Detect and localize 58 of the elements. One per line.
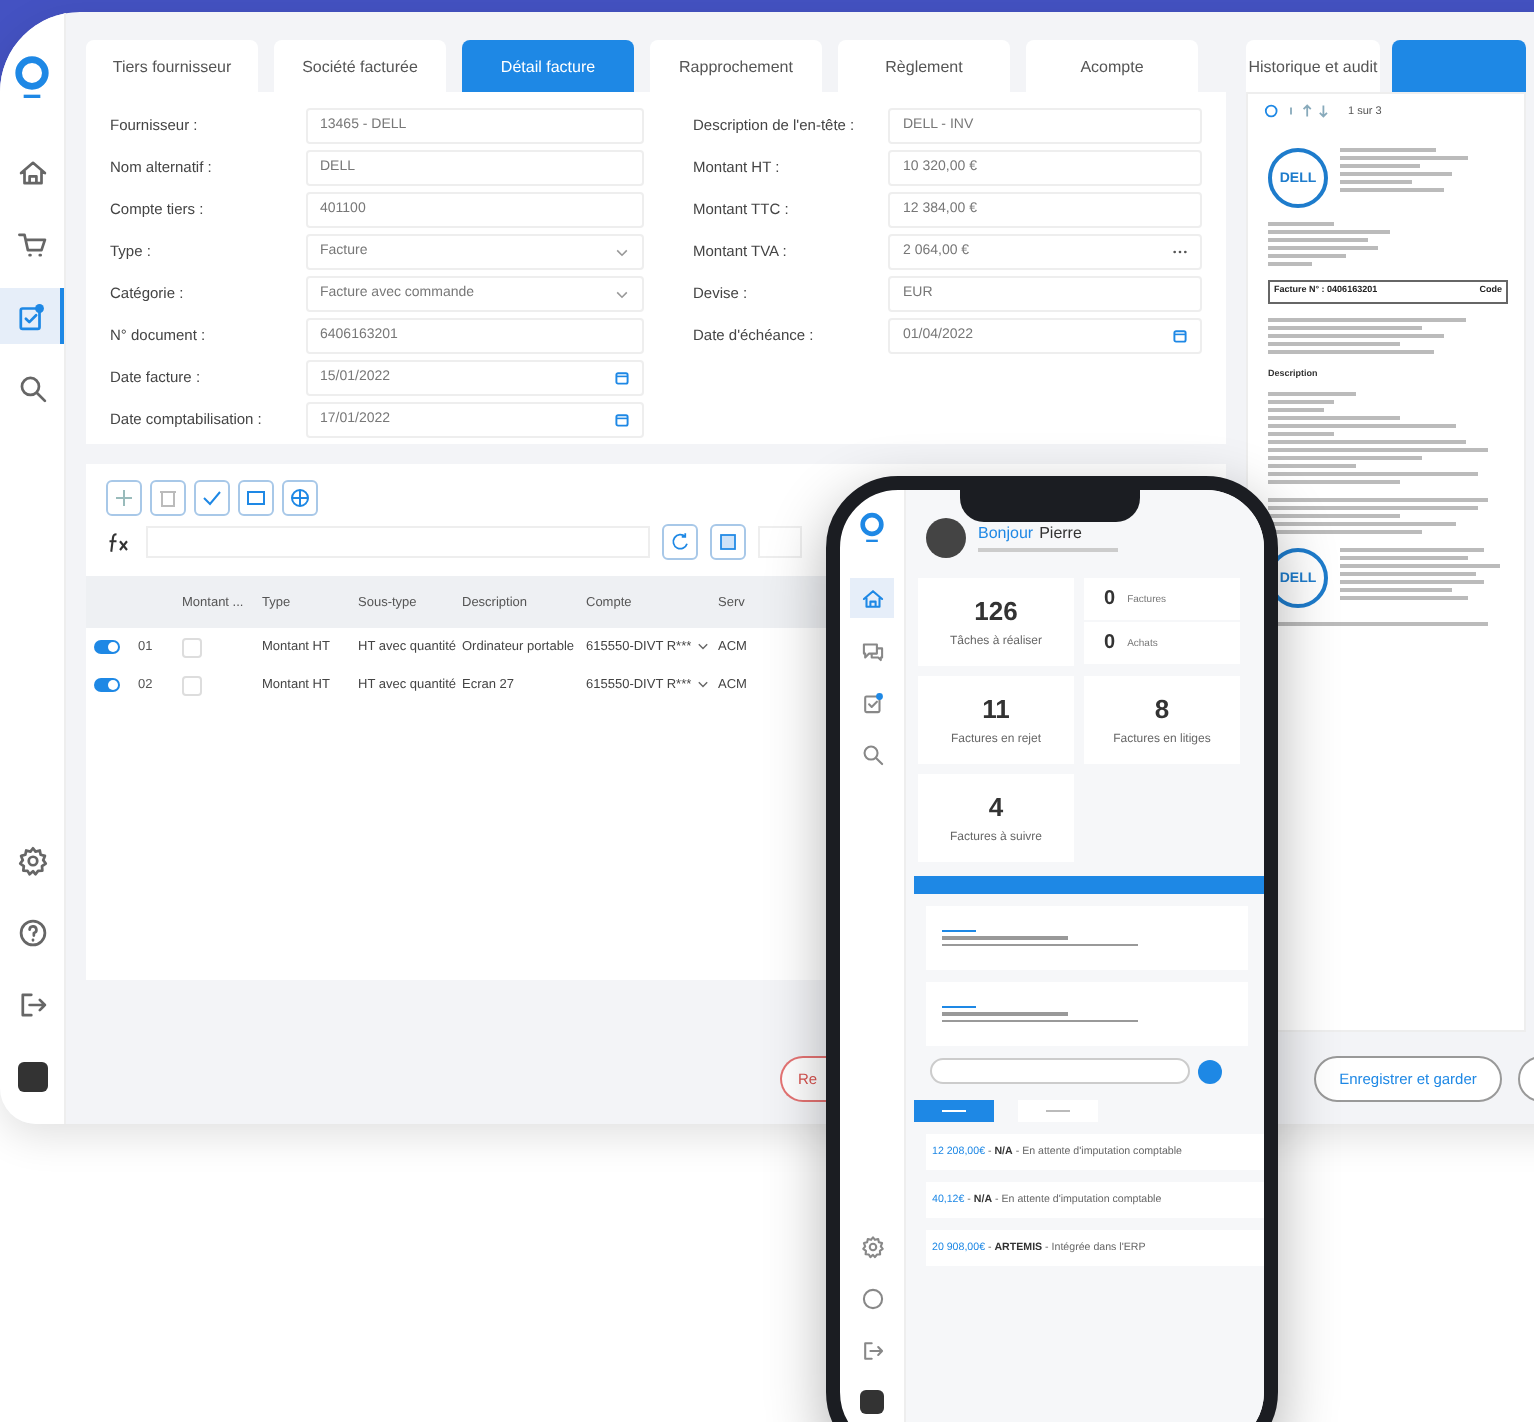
check-icon[interactable]: [194, 480, 230, 516]
clipboard-icon[interactable]: [859, 689, 885, 715]
tab[interactable]: Règlement: [838, 40, 1010, 92]
timestamp-line: [978, 548, 1118, 552]
input-field[interactable]: [758, 526, 802, 558]
tab[interactable]: [1018, 1100, 1098, 1122]
stat-value: 0: [1104, 588, 1116, 610]
trash-icon[interactable]: [150, 480, 186, 516]
chevron-down-icon: [695, 640, 710, 654]
logo-icon: [858, 510, 886, 546]
chevron-down-icon: [695, 678, 710, 692]
tab[interactable]: Tiers fournisseur: [86, 40, 258, 92]
help-icon[interactable]: [15, 915, 49, 949]
tab[interactable]: [914, 1100, 994, 1122]
text-lines: [1268, 222, 1390, 266]
checkbox[interactable]: [182, 637, 202, 657]
comment-field[interactable]: [930, 1058, 1190, 1084]
plus-icon[interactable]: [106, 480, 142, 516]
stat-value: 11: [982, 694, 1010, 724]
refresh-icon[interactable]: [662, 524, 698, 560]
clipboard-icon[interactable]: [13, 299, 47, 333]
search-icon[interactable]: [15, 371, 49, 405]
tab[interactable]: Détail facture: [462, 40, 634, 92]
greeting-text: Bonjour: [978, 524, 1034, 542]
settings-icon[interactable]: [859, 1233, 885, 1259]
settings-icon[interactable]: [15, 843, 49, 877]
calendar-icon: [614, 411, 631, 427]
send-button[interactable]: [1198, 1059, 1222, 1083]
circle-icon[interactable]: [859, 1285, 885, 1311]
tab[interactable]: Acompte: [1026, 40, 1198, 92]
chat-icon[interactable]: [859, 637, 885, 663]
stat-value: 4: [988, 792, 1004, 822]
calendar-icon: [614, 369, 631, 385]
stat-value: 126: [974, 596, 1018, 626]
user-name: Pierre: [1039, 524, 1082, 542]
logo-icon: [12, 54, 52, 102]
calendar-icon: [1172, 327, 1188, 343]
function-icon: [106, 531, 134, 553]
toggle-switch[interactable]: [94, 678, 120, 692]
stat-value: 0: [1104, 632, 1116, 654]
avatar-icon: [926, 518, 966, 558]
home-icon[interactable]: [859, 585, 885, 611]
tab[interactable]: Rapprochement: [650, 40, 822, 92]
avatar-icon[interactable]: [17, 1061, 47, 1091]
cart-icon[interactable]: [15, 227, 49, 261]
tab[interactable]: Société facturée: [274, 40, 446, 92]
globe-icon[interactable]: [282, 480, 318, 516]
toggle-switch[interactable]: [94, 640, 120, 654]
search-icon[interactable]: [859, 741, 885, 767]
grid-icon[interactable]: [710, 524, 746, 560]
window-icon[interactable]: [238, 480, 274, 516]
tab[interactable]: Historique et audit: [1246, 40, 1380, 92]
checkbox[interactable]: [182, 675, 202, 695]
exit-icon[interactable]: [15, 987, 49, 1021]
avatar-icon[interactable]: [860, 1390, 884, 1414]
text-lines: [1340, 148, 1468, 192]
stat-value: 8: [1154, 694, 1170, 724]
exit-icon[interactable]: [859, 1337, 885, 1363]
